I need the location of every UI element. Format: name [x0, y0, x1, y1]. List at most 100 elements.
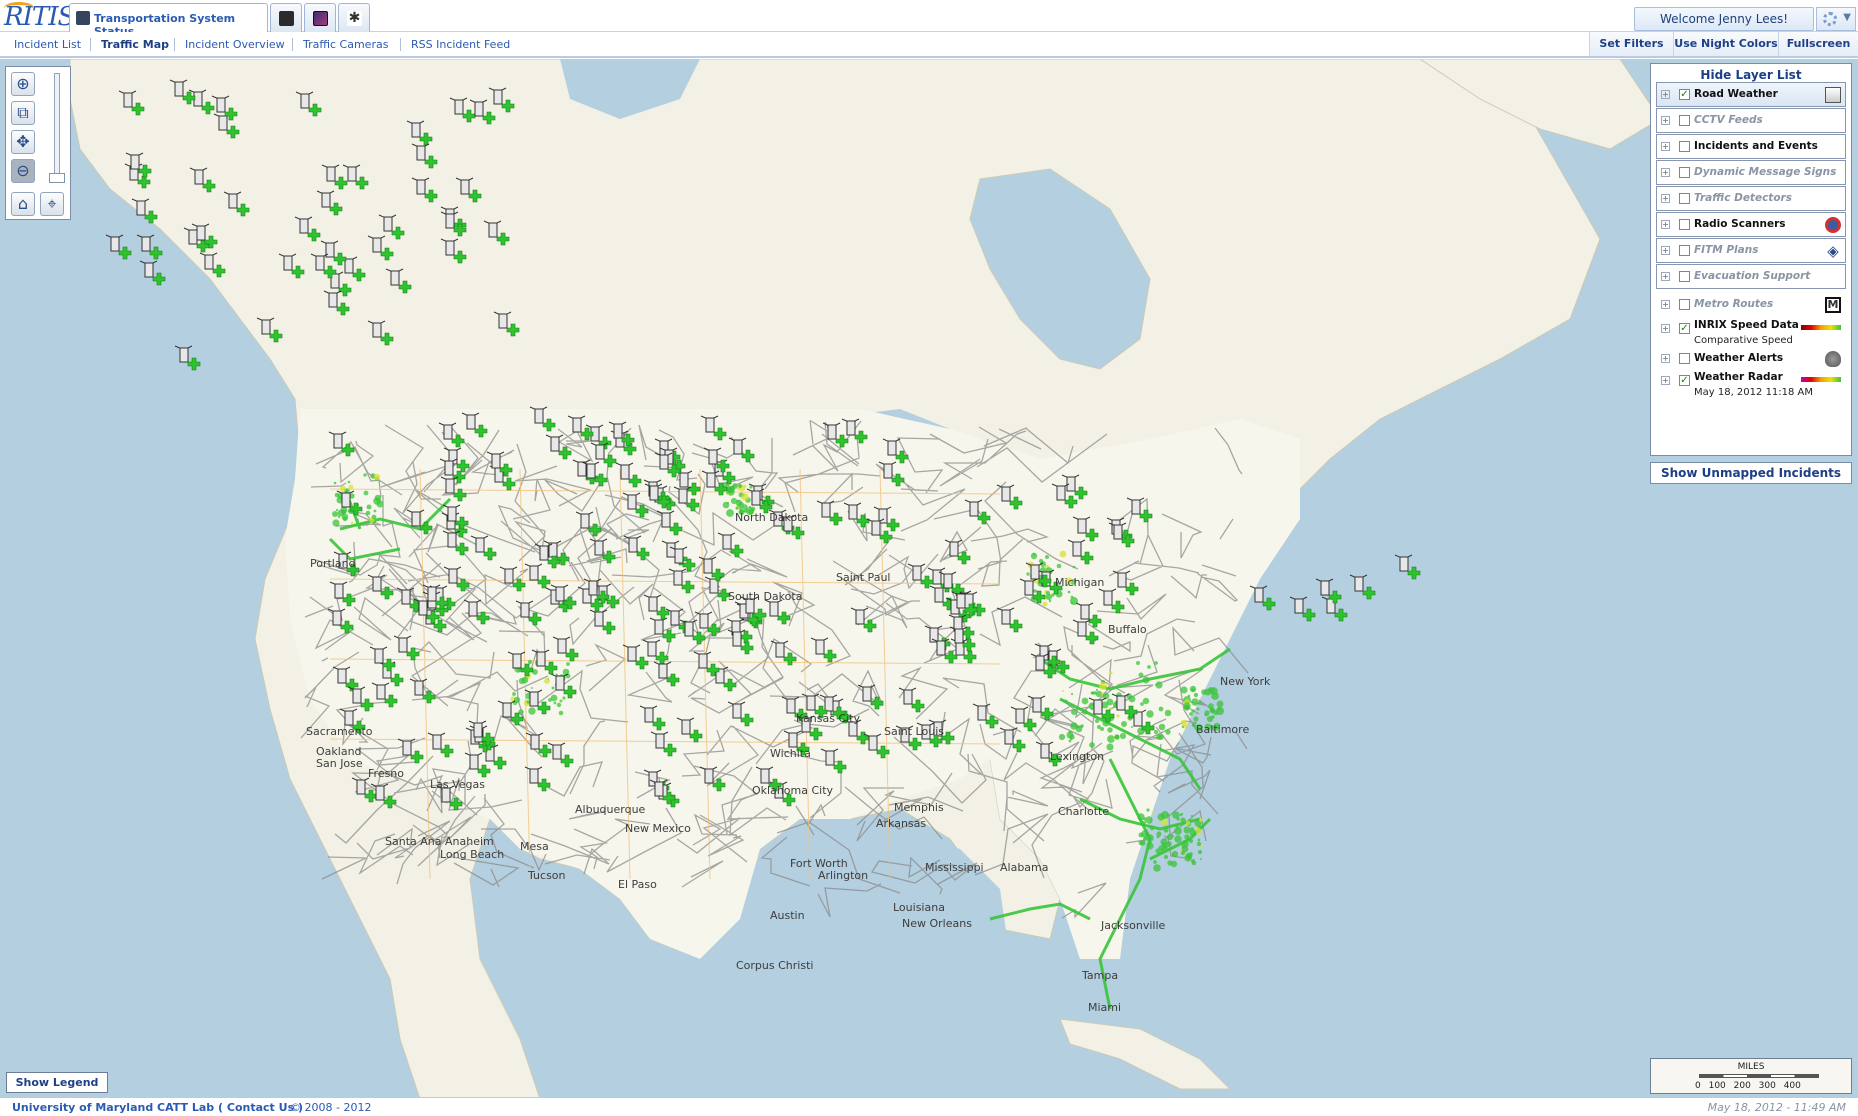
layer-checkbox[interactable] — [1679, 299, 1690, 310]
layer-checkbox[interactable]: ✓ — [1679, 323, 1690, 334]
layer-row[interactable]: + Evacuation Support — [1656, 264, 1846, 289]
expand-icon[interactable]: + — [1661, 168, 1670, 177]
road-weather-station-icon[interactable] — [139, 260, 166, 286]
radar-cell — [1166, 833, 1174, 841]
radar-cell — [1163, 854, 1169, 860]
road-weather-station-icon[interactable] — [1289, 596, 1316, 622]
radar-cell — [1191, 860, 1197, 866]
radar-cell — [1189, 852, 1193, 856]
radar-cell — [550, 694, 558, 702]
zoom-out-button[interactable]: ⊖ — [11, 159, 35, 183]
radar-cell — [556, 702, 562, 708]
radar-cell — [1158, 734, 1164, 740]
top-bar: RITIS Transportation System Status ✱ Wel… — [0, 0, 1858, 38]
pan-button[interactable]: ✥ — [11, 130, 35, 154]
nav-traffic-map[interactable]: Traffic Map — [101, 38, 169, 51]
footer-org-link[interactable]: University of Maryland CATT Lab ( Contac… — [12, 1101, 303, 1114]
hide-layer-list-toggle[interactable]: Hide Layer List — [1651, 68, 1851, 82]
expand-icon[interactable]: + — [1661, 272, 1670, 281]
layer-checkbox[interactable]: ✓ — [1679, 89, 1690, 100]
layer-row[interactable]: + ✓ Road Weather — [1656, 82, 1846, 107]
layer-checkbox[interactable] — [1679, 245, 1690, 256]
radar-cell — [1131, 726, 1133, 728]
radar-cell — [1153, 729, 1159, 735]
ritis-logo[interactable]: RITIS — [4, 2, 75, 32]
tab-transportation-status[interactable]: Transportation System Status — [69, 3, 268, 38]
expand-icon[interactable]: + — [1661, 376, 1670, 385]
radar-cell — [526, 700, 530, 704]
road-weather-station-icon[interactable] — [105, 234, 132, 260]
nav-incident-list[interactable]: Incident List — [14, 38, 81, 51]
chevron-down-icon: ▼ — [1843, 12, 1851, 23]
city-label: Alabama — [1000, 861, 1049, 874]
radar-cell — [559, 699, 563, 703]
expand-icon[interactable]: + — [1661, 246, 1670, 255]
layer-row[interactable]: + ✓ INRIX Speed Data Comparative Speed — [1656, 316, 1846, 346]
zoom-in-button[interactable]: ⊕ — [11, 72, 35, 96]
expand-icon[interactable]: + — [1661, 300, 1670, 309]
fullscreen-button[interactable]: Fullscreen — [1778, 32, 1858, 56]
map-canvas[interactable]: Portland Sacramento Oakland San Jose Fre… — [0, 59, 1858, 1099]
radar-cell — [1199, 818, 1203, 822]
layer-checkbox[interactable] — [1679, 167, 1690, 178]
road-weather-station-icon[interactable] — [136, 234, 163, 260]
layer-label: Weather Alerts — [1694, 352, 1784, 364]
layer-checkbox[interactable]: ✓ — [1679, 375, 1690, 386]
expand-icon[interactable]: + — [1661, 116, 1670, 125]
zoom-slider-handle[interactable] — [49, 173, 65, 183]
layer-row[interactable]: + Traffic Detectors — [1656, 186, 1846, 211]
home-button[interactable]: ⌂ — [11, 192, 35, 216]
layer-row[interactable]: + CCTV Feeds — [1656, 108, 1846, 133]
road-weather-station-icon[interactable] — [1394, 554, 1421, 580]
layer-checkbox[interactable] — [1679, 219, 1690, 230]
layer-checkbox[interactable] — [1679, 353, 1690, 364]
layer-row[interactable]: + FITM Plans ◈ — [1656, 238, 1846, 263]
radar-cell — [1155, 681, 1163, 689]
radar-cell — [558, 710, 564, 716]
expand-icon[interactable]: + — [1661, 194, 1670, 203]
traffic-map[interactable]: Portland Sacramento Oakland San Jose Fre… — [0, 59, 1858, 1099]
expand-icon[interactable]: + — [1661, 220, 1670, 229]
show-unmapped-incidents-button[interactable]: Show Unmapped Incidents — [1650, 462, 1852, 484]
show-legend-button[interactable]: Show Legend — [6, 1072, 108, 1093]
road-weather-station-icon[interactable] — [1349, 574, 1376, 600]
layer-checkbox[interactable] — [1679, 115, 1690, 126]
radar-cell — [1157, 813, 1165, 821]
expand-icon[interactable]: + — [1661, 354, 1670, 363]
expand-icon[interactable]: + — [1661, 324, 1670, 333]
layer-checkbox[interactable] — [1679, 193, 1690, 204]
nav-incident-overview[interactable]: Incident Overview — [185, 38, 285, 51]
road-weather-station-icon[interactable] — [174, 345, 201, 371]
nav-traffic-cameras[interactable]: Traffic Cameras — [303, 38, 388, 51]
gear-icon — [1823, 12, 1837, 26]
city-label: Buffalo — [1108, 623, 1147, 636]
layer-checkbox[interactable] — [1679, 271, 1690, 282]
city-label: Long Beach — [440, 848, 504, 861]
layer-row[interactable]: + Radio Scanners — [1656, 212, 1846, 237]
layer-row[interactable]: + Dynamic Message Signs — [1656, 160, 1846, 185]
tab-book[interactable] — [270, 3, 302, 32]
radar-cell — [1181, 725, 1185, 729]
locate-button[interactable]: ⌖ — [40, 192, 64, 216]
set-filters-button[interactable]: Set Filters — [1589, 32, 1673, 56]
layer-row[interactable]: + Incidents and Events — [1656, 134, 1846, 159]
tab-tools[interactable]: ✱ — [338, 3, 370, 32]
expand-icon[interactable]: + — [1661, 90, 1670, 99]
layer-row[interactable]: + ✓ Weather Radar May 18, 2012 11:18 AM — [1656, 368, 1846, 398]
nav-rss-incident-feed[interactable]: RSS Incident Feed — [411, 38, 510, 51]
zoom-slider[interactable] — [54, 73, 60, 181]
tab-image[interactable] — [304, 3, 336, 32]
expand-icon[interactable]: + — [1661, 142, 1670, 151]
radar-cell — [1216, 707, 1224, 715]
radar-cell — [373, 497, 381, 505]
layer-checkbox[interactable] — [1679, 141, 1690, 152]
radar-cell — [513, 696, 521, 704]
zoom-box-button[interactable]: ⧉ — [11, 101, 35, 125]
layer-row[interactable]: + Metro Routes M — [1656, 292, 1846, 317]
night-colors-button[interactable]: Use Night Colors — [1673, 32, 1778, 56]
radar-cell — [373, 509, 377, 513]
welcome-user[interactable]: Welcome Jenny Lees! — [1634, 7, 1814, 31]
settings-button[interactable]: ▼ — [1816, 7, 1856, 31]
contact-us-link[interactable]: Contact Us — [227, 1101, 294, 1114]
crosshair-icon: ⌖ — [47, 194, 57, 213]
